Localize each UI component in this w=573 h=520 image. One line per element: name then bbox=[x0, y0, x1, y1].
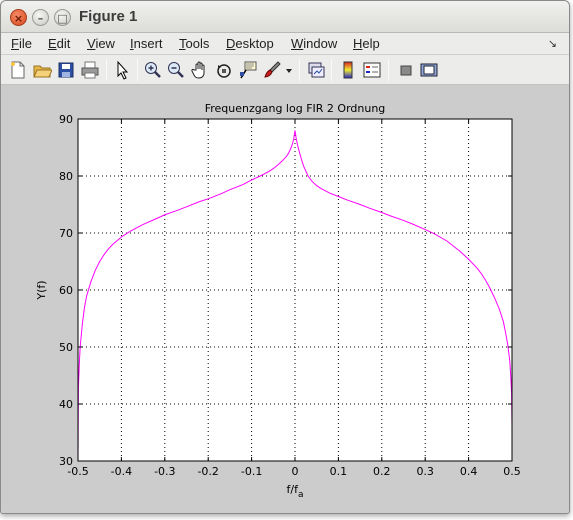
figure-canvas: -0.5 -0.4 -0.3 -0.2 -0.1 0 0.1 0.2 0.3 0.4 0.5 30 40… bbox=[1, 86, 570, 514]
dock-arrow-icon[interactable]: ↘ bbox=[548, 37, 557, 50]
x-tick-label: 0 bbox=[292, 465, 299, 478]
maximize-button[interactable]: □ bbox=[54, 9, 71, 26]
data-cursor-icon[interactable] bbox=[238, 60, 258, 80]
menu-tools[interactable]: Tools bbox=[179, 36, 209, 51]
save-icon[interactable] bbox=[56, 60, 76, 80]
x-tick-label: -0.4 bbox=[111, 465, 132, 478]
x-tick-label: 0.3 bbox=[416, 465, 434, 478]
x-tick-label: -0.1 bbox=[241, 465, 262, 478]
rotate-3d-icon[interactable] bbox=[214, 60, 234, 80]
colorbar-icon[interactable] bbox=[338, 60, 358, 80]
pan-hand-icon[interactable] bbox=[190, 60, 210, 80]
x-tick-label: 0.5 bbox=[503, 465, 521, 478]
legend-icon[interactable] bbox=[362, 60, 382, 80]
menu-edit[interactable]: Edit bbox=[48, 36, 70, 51]
y-tick-label: 80 bbox=[59, 170, 73, 183]
x-tick-label: 0.2 bbox=[373, 465, 391, 478]
menu-bar: File Edit View Insert Tools Desktop Wind… bbox=[1, 33, 569, 55]
close-button[interactable]: × bbox=[10, 9, 27, 26]
y-tick-label: 70 bbox=[59, 227, 73, 240]
y-axis-label: Y(f) bbox=[35, 280, 48, 300]
brush-dropdown-icon[interactable] bbox=[284, 60, 294, 80]
menu-help[interactable]: Help bbox=[353, 36, 380, 51]
x-tick-label: -0.3 bbox=[154, 465, 175, 478]
menu-file[interactable]: File bbox=[11, 36, 32, 51]
brush-icon[interactable] bbox=[262, 60, 282, 80]
figure-toolbar bbox=[1, 55, 569, 85]
close-icon: × bbox=[13, 12, 24, 25]
x-axis-label: f/fa bbox=[287, 483, 304, 500]
show-plot-tools-icon[interactable] bbox=[419, 60, 439, 80]
link-plot-icon[interactable] bbox=[306, 60, 326, 80]
plot-svg[interactable]: -0.5 -0.4 -0.3 -0.2 -0.1 0 0.1 0.2 0.3 0.4 0.53040… bbox=[1, 86, 570, 514]
toolbar-separator bbox=[299, 59, 300, 81]
toolbar-separator bbox=[331, 59, 332, 81]
edit-plot-arrow-icon[interactable] bbox=[112, 60, 132, 80]
x-tick-label: -0.2 bbox=[197, 465, 218, 478]
y-tick-label: 90 bbox=[59, 113, 73, 126]
x-tick-label: 0.1 bbox=[330, 465, 348, 478]
print-icon[interactable] bbox=[80, 60, 100, 80]
zoom-in-icon[interactable] bbox=[143, 60, 163, 80]
y-tick-label: 50 bbox=[59, 341, 73, 354]
y-tick-label: 40 bbox=[59, 398, 73, 411]
y-tick-label: 60 bbox=[59, 284, 73, 297]
open-file-icon[interactable] bbox=[32, 60, 53, 80]
menu-window[interactable]: Window bbox=[291, 36, 337, 51]
maximize-icon: □ bbox=[57, 12, 68, 25]
menu-desktop[interactable]: Desktop bbox=[226, 36, 274, 51]
hide-plot-tools-icon[interactable] bbox=[396, 60, 416, 80]
toolbar-separator bbox=[388, 59, 389, 81]
minimize-icon: – bbox=[37, 12, 44, 25]
x-tick-label: 0.4 bbox=[460, 465, 478, 478]
menu-view[interactable]: View bbox=[87, 36, 115, 51]
y-tick-label: 30 bbox=[59, 455, 73, 468]
chart-title: Frequenzgang log FIR 2 Ordnung bbox=[205, 102, 386, 115]
zoom-out-icon[interactable] bbox=[166, 60, 186, 80]
toolbar-separator bbox=[137, 59, 138, 81]
new-figure-icon[interactable] bbox=[8, 60, 28, 80]
toolbar-separator bbox=[106, 59, 107, 81]
minimize-button[interactable]: – bbox=[32, 9, 49, 26]
window-title: Figure 1 bbox=[79, 8, 138, 25]
figure-window: × – □ Figure 1 File Edit View Insert Too… bbox=[0, 0, 570, 514]
menu-insert[interactable]: Insert bbox=[130, 36, 163, 51]
title-bar[interactable]: × – □ Figure 1 bbox=[1, 1, 569, 33]
